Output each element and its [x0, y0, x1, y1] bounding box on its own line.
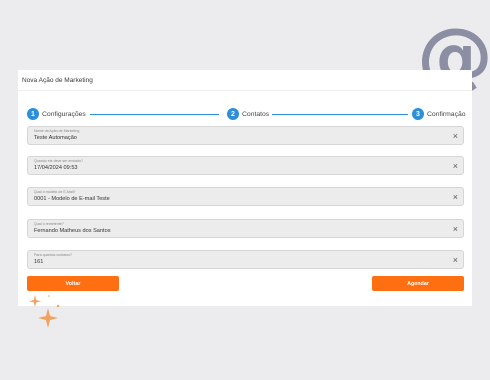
send-datetime-field[interactable]: Quando ele deve ser enviado? 17/04/2024 … [27, 156, 464, 175]
sparkle-dot [48, 295, 50, 297]
step-confirmacao[interactable]: 3 Confirmação [412, 107, 466, 121]
sparkle-small [29, 295, 41, 307]
clear-icon[interactable]: × [453, 192, 458, 202]
contacts-count-field[interactable]: Para quantos contatos? 161 × [27, 250, 464, 269]
clear-icon[interactable]: × [453, 131, 458, 141]
email-template-field[interactable]: Qual o modelo de E-Mail? 0001 - Modelo d… [27, 187, 464, 206]
title-divider [18, 90, 472, 91]
field-value: 17/04/2024 09:53 [34, 165, 78, 171]
field-label: Para quantos contatos? [34, 253, 72, 257]
step-configuracoes[interactable]: 1 Configurações [27, 107, 86, 121]
stepper: 1 Configurações 2 Contatos 3 Confirmação [18, 107, 472, 121]
field-label: Qual o modelo de E-Mail? [34, 190, 76, 194]
marketing-action-name-field[interactable]: Nome da Ação de Marketing Teste Automaçã… [27, 126, 464, 145]
step-number-3: 3 [412, 108, 424, 120]
field-value: Fernando Matheus dos Santos [34, 228, 111, 234]
clear-icon[interactable]: × [453, 224, 458, 234]
sparkle-dot [56, 304, 60, 308]
step-label-1: Configurações [42, 110, 86, 118]
sender-field[interactable]: Qual o remetente? Fernando Matheus dos S… [27, 219, 464, 238]
field-value: 0001 - Modelo de E-mail Teste [34, 196, 110, 202]
clear-icon[interactable]: × [453, 255, 458, 265]
field-label: Qual o remetente? [34, 222, 64, 226]
sparkle-large [38, 308, 58, 328]
step-label-3: Confirmação [427, 110, 466, 118]
step-label-2: Contatos [242, 110, 270, 118]
field-value: Teste Automação [34, 135, 77, 141]
clear-icon[interactable]: × [453, 161, 458, 171]
step-contatos[interactable]: 2 Contatos [227, 107, 269, 121]
sparkles-icon [29, 295, 60, 328]
step-number-1: 1 [27, 108, 39, 120]
back-button[interactable]: Voltar [27, 276, 119, 291]
step-number-2: 2 [227, 108, 239, 120]
step-connector-2 [272, 113, 408, 115]
step-connector-1 [90, 113, 219, 115]
field-label: Quando ele deve ser enviado? [34, 159, 83, 163]
field-label: Nome da Ação de Marketing [34, 129, 80, 133]
schedule-button[interactable]: Agendar [372, 276, 464, 291]
page-title: Nova Ação de Marketing [22, 77, 93, 84]
field-value: 161 [34, 259, 44, 265]
marketing-action-card: Nova Ação de Marketing 1 Configurações 2… [18, 70, 472, 306]
